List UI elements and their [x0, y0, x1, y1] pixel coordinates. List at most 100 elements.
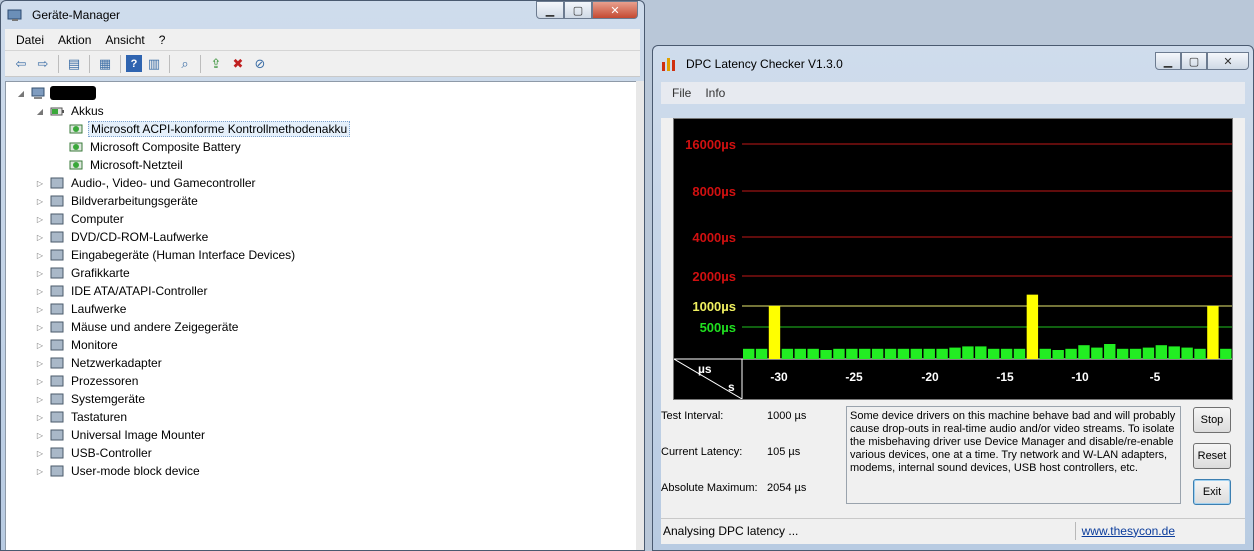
- tree-row[interactable]: ▷ Grafikkarte: [35, 264, 132, 282]
- tree-row[interactable]: ▷ Universal Image Mounter: [35, 426, 207, 444]
- dpc-close-button[interactable]: ✕: [1207, 52, 1249, 70]
- tree-item-label[interactable]: Microsoft ACPI-konforme Kontrollmethoden…: [88, 121, 351, 137]
- tree-row[interactable]: Microsoft Composite Battery: [54, 138, 243, 156]
- back-arrow-icon[interactable]: ⇦: [11, 54, 31, 74]
- tree-row[interactable]: ▷ Systemgeräte: [35, 390, 147, 408]
- tree-item-label[interactable]: Microsoft Composite Battery: [88, 140, 243, 154]
- tree-row[interactable]: ▷ Monitore: [35, 336, 120, 354]
- tree-row[interactable]: ▷ Mäuse und andere Zeigegeräte: [35, 318, 240, 336]
- thesycon-link[interactable]: www.thesycon.de: [1082, 524, 1175, 538]
- view-icon[interactable]: ▥: [144, 54, 164, 74]
- collapsed-arrow-icon[interactable]: ▷: [35, 448, 45, 458]
- latency-bar: [936, 348, 948, 359]
- latency-bar: [781, 348, 794, 359]
- menu-aktion[interactable]: Aktion: [51, 33, 98, 47]
- tree-row[interactable]: ▷ IDE ATA/ATAPI-Controller: [35, 282, 209, 300]
- collapsed-arrow-icon[interactable]: ▷: [35, 178, 45, 188]
- tree-row[interactable]: ▷ Audio-, Video- und Gamecontroller: [35, 174, 258, 192]
- maximize-icon: ▢: [572, 4, 584, 17]
- tree-row[interactable]: ▷ USB-Controller: [35, 444, 154, 462]
- tree-item-label[interactable]: Monitore: [69, 338, 120, 352]
- tree-item-label[interactable]: Netzwerkadapter: [69, 356, 164, 370]
- tree-row[interactable]: ▷ Netzwerkadapter: [35, 354, 164, 372]
- tree-item-label[interactable]: Systemgeräte: [69, 392, 147, 406]
- update-driver-icon[interactable]: ⇪: [206, 54, 226, 74]
- tree-item-label[interactable]: Microsoft-Netzteil: [88, 158, 185, 172]
- tree-row[interactable]: ▷ Tastaturen: [35, 408, 129, 426]
- tree-item-label[interactable]: Akkus: [69, 104, 106, 118]
- tree-row[interactable]: ▷ DVD/CD-ROM-Laufwerke: [35, 228, 210, 246]
- menu-help[interactable]: ?: [152, 33, 173, 47]
- tree-item-label[interactable]: Tastaturen: [69, 410, 129, 424]
- help-icon[interactable]: ?: [126, 55, 142, 72]
- collapsed-arrow-icon[interactable]: ▷: [35, 394, 45, 404]
- close-button[interactable]: ✕: [592, 1, 638, 19]
- tree-row[interactable]: ▷ User-mode block device: [35, 462, 202, 480]
- tree-item-label[interactable]: DVD/CD-ROM-Laufwerke: [69, 230, 210, 244]
- collapsed-arrow-icon[interactable]: ▷: [35, 268, 45, 278]
- tree-row[interactable]: ▷ Eingabegeräte (Human Interface Devices): [35, 246, 297, 264]
- tree-row[interactable]: Microsoft ACPI-konforme Kontrollmethoden…: [54, 120, 351, 138]
- tree-item-label[interactable]: Mäuse und andere Zeigegeräte: [69, 320, 240, 334]
- tree-item-label[interactable]: USB-Controller: [69, 446, 154, 460]
- properties-icon[interactable]: ▦: [95, 54, 115, 74]
- menu-info[interactable]: Info: [698, 86, 732, 100]
- no-expander: [54, 142, 64, 152]
- collapsed-arrow-icon[interactable]: ▷: [35, 466, 45, 476]
- tree-item-label[interactable]: Prozessoren: [69, 374, 140, 388]
- dpc-titlebar[interactable]: DPC Latency Checker V1.3.0 ▁ ▢ ✕: [653, 46, 1253, 82]
- tree-item-label[interactable]: Universal Image Mounter: [69, 428, 207, 442]
- close-icon: ✕: [610, 4, 620, 17]
- collapsed-arrow-icon[interactable]: ▷: [35, 358, 45, 368]
- tree-item-label[interactable]: Eingabegeräte (Human Interface Devices): [69, 248, 297, 262]
- tree-row[interactable]: ◢ Akkus: [35, 102, 106, 120]
- tree-item-label[interactable]: Laufwerke: [69, 302, 128, 316]
- menu-datei[interactable]: Datei: [9, 33, 51, 47]
- tree-item-label[interactable]: IDE ATA/ATAPI-Controller: [69, 284, 209, 298]
- device-manager-scrollbar[interactable]: [636, 81, 644, 550]
- reset-button[interactable]: Reset: [1193, 443, 1231, 469]
- minimize-button[interactable]: ▁: [536, 1, 564, 19]
- device-manager-window: Geräte-Manager ▁ ▢ ✕ Datei Aktion Ansich…: [0, 0, 645, 551]
- forward-arrow-icon[interactable]: ⇨: [33, 54, 53, 74]
- hid-icon: [49, 247, 65, 263]
- tree-row[interactable]: ▷ Laufwerke: [35, 300, 128, 318]
- show-hide-icon[interactable]: ▤: [64, 54, 84, 74]
- collapsed-arrow-icon[interactable]: ▷: [35, 412, 45, 422]
- computer-name-redacted[interactable]: [50, 86, 96, 100]
- tree-row[interactable]: Microsoft-Netzteil: [54, 156, 185, 174]
- maximize-button[interactable]: ▢: [564, 1, 592, 19]
- collapsed-arrow-icon[interactable]: ▷: [35, 286, 45, 296]
- tree-row[interactable]: ▷ Bildverarbeitungsgeräte: [35, 192, 200, 210]
- expanded-arrow-icon[interactable]: ◢: [35, 106, 45, 116]
- tree-item-label[interactable]: Bildverarbeitungsgeräte: [69, 194, 200, 208]
- collapsed-arrow-icon[interactable]: ▷: [35, 250, 45, 260]
- stop-button[interactable]: Stop: [1193, 407, 1231, 433]
- dpc-minimize-button[interactable]: ▁: [1155, 52, 1181, 70]
- collapsed-arrow-icon[interactable]: ▷: [35, 322, 45, 332]
- expanded-arrow-icon[interactable]: ◢: [16, 88, 26, 98]
- collapsed-arrow-icon[interactable]: ▷: [35, 430, 45, 440]
- collapsed-arrow-icon[interactable]: ▷: [35, 232, 45, 242]
- tree-item-label[interactable]: User-mode block device: [69, 464, 202, 478]
- tree-row[interactable]: ▷ Computer: [35, 210, 126, 228]
- collapsed-arrow-icon[interactable]: ▷: [35, 196, 45, 206]
- dpc-maximize-button[interactable]: ▢: [1181, 52, 1207, 70]
- device-manager-titlebar[interactable]: Geräte-Manager ▁ ▢ ✕: [1, 1, 644, 29]
- menu-ansicht[interactable]: Ansicht: [98, 33, 151, 47]
- tree-item-label[interactable]: Audio-, Video- und Gamecontroller: [69, 176, 258, 190]
- exit-button[interactable]: Exit: [1193, 479, 1231, 505]
- scan-hardware-icon[interactable]: ⌕: [175, 54, 195, 74]
- tree-row[interactable]: ▷ Prozessoren: [35, 372, 140, 390]
- collapsed-arrow-icon[interactable]: ▷: [35, 340, 45, 350]
- uninstall-icon[interactable]: ✖: [228, 54, 248, 74]
- menu-file[interactable]: File: [665, 86, 698, 100]
- disable-icon[interactable]: ⊘: [250, 54, 270, 74]
- tree-item-label[interactable]: Grafikkarte: [69, 266, 132, 280]
- tree-row[interactable]: ◢: [16, 84, 96, 102]
- collapsed-arrow-icon[interactable]: ▷: [35, 376, 45, 386]
- tree-item-label[interactable]: Computer: [69, 212, 126, 226]
- latency-bar: [884, 348, 897, 359]
- collapsed-arrow-icon[interactable]: ▷: [35, 214, 45, 224]
- collapsed-arrow-icon[interactable]: ▷: [35, 304, 45, 314]
